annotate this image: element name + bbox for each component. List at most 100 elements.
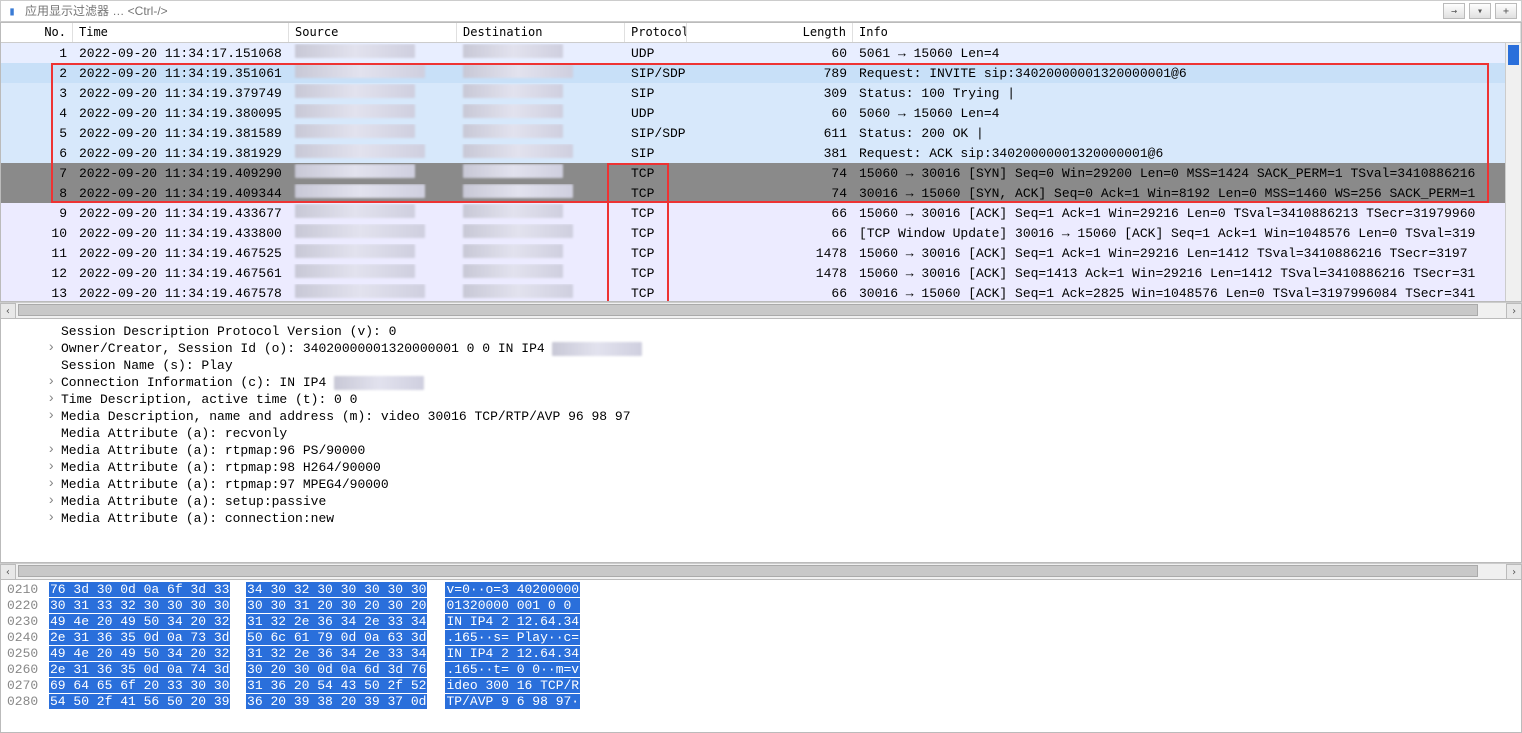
detail-tree-row[interactable]: Session Description Protocol Version (v)… [1,323,1521,340]
packet-details-pane[interactable]: Session Description Protocol Version (v)… [0,318,1522,563]
detail-tree-row[interactable]: Media Attribute (a): setup:passive [1,493,1521,510]
detail-tree-row[interactable]: Media Attribute (a): rtpmap:97 MPEG4/900… [1,476,1521,493]
cell-protocol: SIP [625,86,687,101]
cell-info: 15060 → 30016 [SYN] Seq=0 Win=29200 Len=… [853,166,1521,181]
cell-protocol: TCP [625,266,687,281]
cell-info: 15060 → 30016 [ACK] Seq=1413 Ack=1 Win=2… [853,266,1521,281]
cell-destination [457,44,625,62]
column-info[interactable]: Info [853,23,1521,42]
packet-row[interactable]: 62022-09-20 11:34:19.381929 1SIP381Reque… [1,143,1521,163]
packet-row[interactable]: 52022-09-20 11:34:19.381589 6SIP/SDP611S… [1,123,1521,143]
detail-tree-row[interactable]: Media Description, name and address (m):… [1,408,1521,425]
hscroll-thumb[interactable] [18,565,1478,577]
packet-row[interactable]: 42022-09-20 11:34:19.380095 6UDP605060 →… [1,103,1521,123]
scroll-left-icon[interactable]: ‹ [0,564,16,580]
scroll-left-icon[interactable]: ‹ [0,303,16,319]
display-filter-input[interactable] [25,4,1437,18]
hex-row[interactable]: 028054 50 2f 41 56 50 20 39 36 20 39 38 … [7,694,1515,710]
cell-destination [457,244,625,262]
hex-row[interactable]: 02602e 31 36 35 0d 0a 74 3d 30 20 30 0d … [7,662,1515,678]
cell-destination [457,64,625,82]
packet-row[interactable]: 92022-09-20 11:34:19.433677 6TCP6615060 … [1,203,1521,223]
cell-info: 5060 → 15060 Len=4 [853,106,1521,121]
packet-row[interactable]: 72022-09-20 11:34:19.409290 6TCP7415060 … [1,163,1521,183]
column-length[interactable]: Length [687,23,853,42]
cell-destination [457,204,625,222]
cell-protocol: TCP [625,166,687,181]
detail-tree-row[interactable]: Connection Information (c): IN IP4 [1,374,1521,391]
cell-no: 5 [1,126,73,141]
cell-time: 2022-09-20 11:34:19.409344 1 [73,186,289,201]
column-source[interactable]: Source [289,23,457,42]
cell-no: 9 [1,206,73,221]
cell-protocol: UDP [625,106,687,121]
packet-row[interactable]: 132022-09-20 11:34:19.467578 1TCP6630016… [1,283,1521,301]
packet-row[interactable]: 112022-09-20 11:34:19.467525 6TCP1478150… [1,243,1521,263]
cell-info: 30016 → 15060 [ACK] Seq=1 Ack=2825 Win=1… [853,286,1521,301]
cell-time: 2022-09-20 11:34:19.433677 6 [73,206,289,221]
cell-source [289,284,457,301]
vertical-scrollbar[interactable] [1505,43,1521,301]
cell-time: 2022-09-20 11:34:19.467561 6 [73,266,289,281]
cell-no: 12 [1,266,73,281]
cell-length: 74 [687,166,853,181]
cell-source [289,64,457,82]
filter-dropdown-button[interactable]: ▾ [1469,3,1491,19]
cell-source [289,264,457,282]
detail-tree-row[interactable]: Media Attribute (a): connection:new [1,510,1521,527]
cell-protocol: SIP [625,146,687,161]
packet-row[interactable]: 122022-09-20 11:34:19.467561 6TCP1478150… [1,263,1521,283]
apply-filter-button[interactable]: → [1443,3,1465,19]
packet-row[interactable]: 102022-09-20 11:34:19.433800 1TCP66[TCP … [1,223,1521,243]
cell-protocol: UDP [625,46,687,61]
cell-destination [457,224,625,242]
packet-row[interactable]: 32022-09-20 11:34:19.379749 6SIP309Statu… [1,83,1521,103]
detail-tree-row[interactable]: Media Attribute (a): rtpmap:96 PS/90000 [1,442,1521,459]
packet-row[interactable]: 22022-09-20 11:34:19.351061 1SIP/SDP789R… [1,63,1521,83]
packet-row[interactable]: 12022-09-20 11:34:17.151068 6UDP605061 →… [1,43,1521,63]
detail-tree-row[interactable]: Time Description, active time (t): 0 0 [1,391,1521,408]
packet-bytes-pane[interactable]: 021076 3d 30 0d 0a 6f 3d 33 34 30 32 30 … [0,579,1522,733]
packet-row[interactable]: 82022-09-20 11:34:19.409344 1TCP7430016 … [1,183,1521,203]
cell-length: 309 [687,86,853,101]
hex-row[interactable]: 022030 31 33 32 30 30 30 30 30 30 31 20 … [7,598,1515,614]
hex-row[interactable]: 023049 4e 20 49 50 34 20 32 31 32 2e 36 … [7,614,1515,630]
packet-list-pane: No. Time Source Destination Protocol Len… [0,22,1522,302]
cell-destination [457,264,625,282]
cell-info: 15060 → 30016 [ACK] Seq=1 Ack=1 Win=2921… [853,206,1521,221]
hex-row[interactable]: 027069 64 65 6f 20 33 30 30 31 36 20 54 … [7,678,1515,694]
cell-length: 381 [687,146,853,161]
packet-list-hscroll[interactable]: ‹ › [0,302,1522,318]
column-destination[interactable]: Destination [457,23,625,42]
column-no[interactable]: No. [1,23,73,42]
hex-row[interactable]: 025049 4e 20 49 50 34 20 32 31 32 2e 36 … [7,646,1515,662]
cell-info: Request: ACK sip:34020000001320000001@6 [853,146,1521,161]
cell-info: Status: 200 OK | [853,126,1521,141]
detail-tree-row[interactable]: Owner/Creator, Session Id (o): 340200000… [1,340,1521,357]
cell-destination [457,164,625,182]
cell-no: 1 [1,46,73,61]
column-protocol[interactable]: Protocol [625,23,687,42]
cell-destination [457,104,625,122]
cell-protocol: SIP/SDP [625,126,687,141]
details-hscroll[interactable]: ‹ › [0,563,1522,579]
hex-row[interactable]: 02402e 31 36 35 0d 0a 73 3d 50 6c 61 79 … [7,630,1515,646]
scroll-right-icon[interactable]: › [1506,564,1522,580]
column-time[interactable]: Time [73,23,289,42]
scroll-right-icon[interactable]: › [1506,303,1522,319]
cell-protocol: TCP [625,246,687,261]
detail-tree-row[interactable]: Media Attribute (a): rtpmap:98 H264/9000… [1,459,1521,476]
hex-row[interactable]: 021076 3d 30 0d 0a 6f 3d 33 34 30 32 30 … [7,582,1515,598]
cell-time: 2022-09-20 11:34:19.409290 6 [73,166,289,181]
cell-destination [457,84,625,102]
cell-no: 13 [1,286,73,301]
cell-time: 2022-09-20 11:34:19.467578 1 [73,286,289,301]
packet-list-body[interactable]: 12022-09-20 11:34:17.151068 6UDP605061 →… [1,43,1521,301]
add-filter-button[interactable]: + [1495,3,1517,19]
cell-protocol: SIP/SDP [625,66,687,81]
detail-tree-row[interactable]: Session Name (s): Play [1,357,1521,374]
display-filter-bar[interactable]: ▮ → ▾ + [0,0,1522,22]
detail-tree-row[interactable]: Media Attribute (a): recvonly [1,425,1521,442]
hscroll-thumb[interactable] [18,304,1478,316]
cell-info: Status: 100 Trying | [853,86,1521,101]
